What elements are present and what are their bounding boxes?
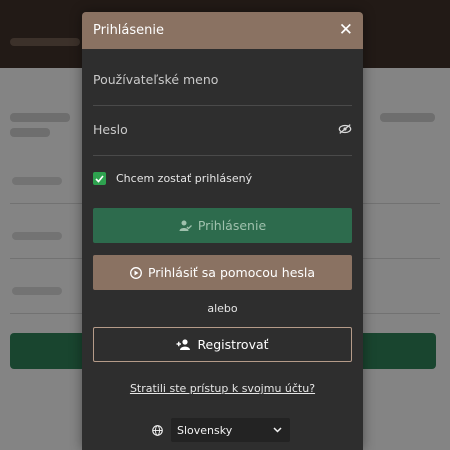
password-icon (130, 266, 142, 279)
add-user-icon (176, 339, 191, 350)
globe-icon (152, 424, 163, 436)
password-field (93, 107, 352, 156)
remember-checkbox[interactable] (93, 172, 106, 185)
or-divider-text: alebo (207, 302, 238, 315)
username-input[interactable] (93, 57, 313, 101)
language-row: Slovensky (152, 418, 290, 442)
lost-access-link[interactable]: Stratili ste prístup k svojmu účtu? (82, 382, 363, 395)
username-field (93, 57, 352, 106)
login-modal: Prihlásenie ✕ Chcem zostať prihlásený Pr… (82, 12, 363, 450)
login-button[interactable]: Prihlásenie (93, 208, 352, 243)
register-button[interactable]: Registrovať (93, 327, 352, 362)
close-icon[interactable]: ✕ (339, 22, 353, 39)
user-check-icon (179, 220, 192, 231)
remember-label: Chcem zostať prihlásený (116, 172, 253, 185)
eye-off-icon[interactable] (338, 123, 352, 135)
modal-header: Prihlásenie ✕ (82, 12, 363, 49)
remember-me: Chcem zostať prihlásený (93, 172, 252, 185)
password-login-label: Prihlásiť sa pomocou hesla (147, 265, 316, 280)
language-value: Slovensky (177, 423, 233, 437)
password-login-button[interactable]: Prihlásiť sa pomocou hesla (93, 255, 352, 290)
language-select[interactable]: Slovensky (171, 418, 290, 442)
password-input[interactable] (93, 107, 313, 151)
register-button-label: Registrovať (197, 337, 269, 352)
modal-title: Prihlásenie (93, 23, 165, 38)
check-icon (95, 174, 104, 183)
chevron-down-icon (273, 427, 282, 433)
login-button-label: Prihlásenie (197, 218, 267, 233)
